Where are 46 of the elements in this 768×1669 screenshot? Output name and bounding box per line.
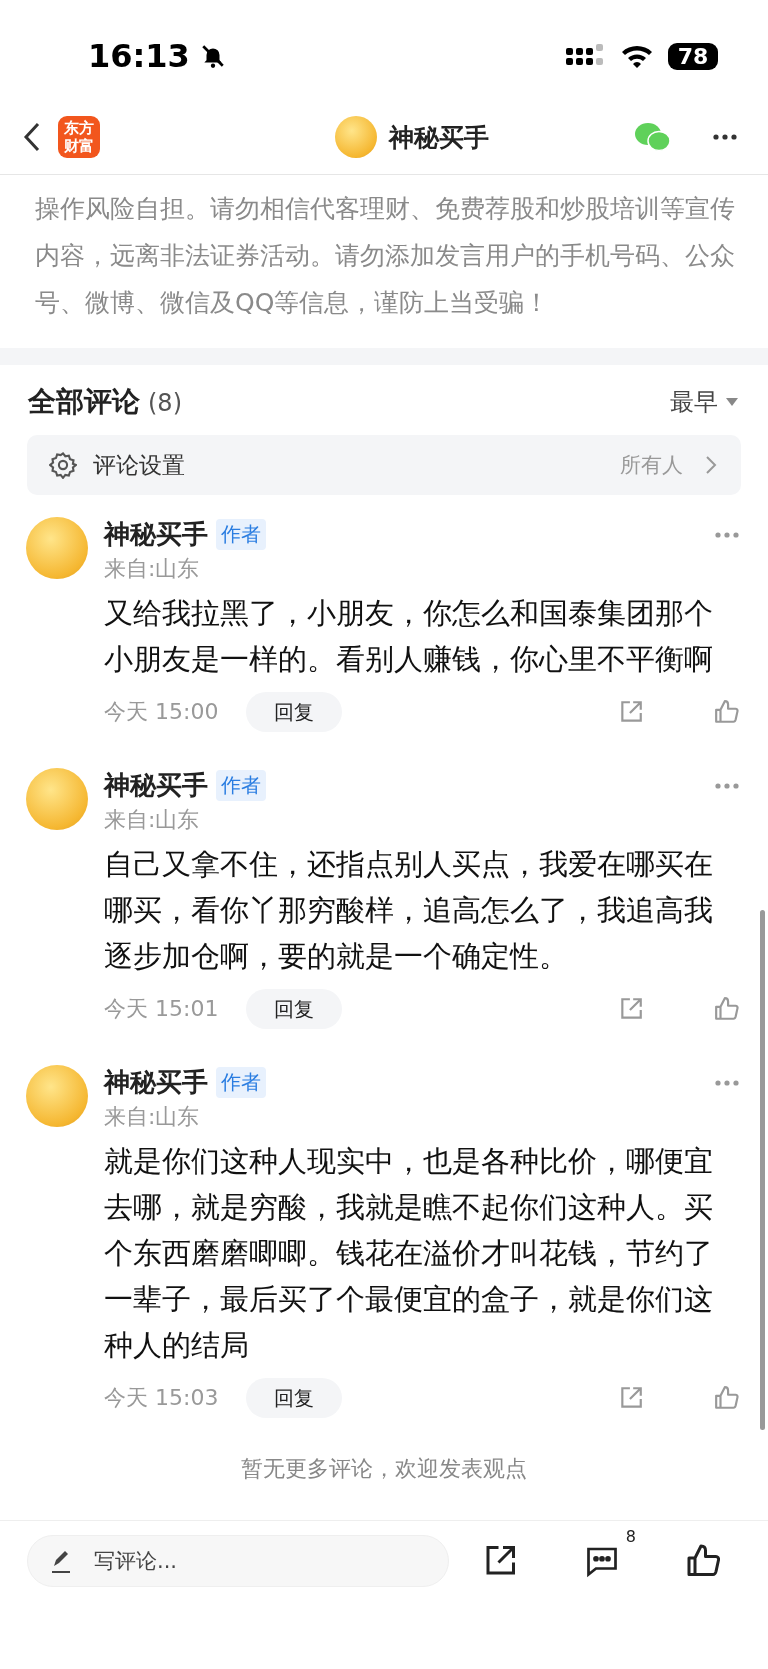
battery-level: 78 [668, 42, 718, 70]
comment-count-label: 8 [625, 1527, 636, 1546]
comment-location: 来自:山东 [104, 555, 201, 583]
more-icon[interactable] [712, 133, 738, 141]
comment-time: 今天 15:01 [104, 995, 220, 1023]
reply-button[interactable]: 回复 [246, 1378, 342, 1418]
thumbs-up-icon[interactable] [714, 996, 740, 1022]
comment-text: 自己又拿不住，还指点别人买点，我爱在哪买在哪买，看你丫那穷酸样，追高怎么了，我追高我逐步加仓啊，要的就是一个确定性。 [104, 846, 714, 975]
input-placeholder: 写评论... [94, 1548, 178, 1575]
reply-button[interactable]: 回复 [246, 692, 342, 732]
back-icon[interactable] [22, 121, 42, 153]
comment-location: 来自:山东 [104, 1103, 201, 1131]
comment-time: 今天 15:00 [104, 698, 220, 726]
comment-location: 来自:山东 [104, 806, 201, 834]
author-name[interactable]: 神秘买手 [104, 768, 208, 803]
end-note: 暂无更多评论，欢迎发表观点 [240, 1455, 528, 1483]
avatar-icon [335, 116, 377, 158]
thumbs-up-icon[interactable] [714, 1385, 740, 1411]
comments-title: 全部评论 [28, 385, 140, 418]
chevron-right-icon [705, 455, 717, 475]
comment-text: 就是你们这种人现实中，也是各种比价，哪便宜去哪，就是穷酸，我就是瞧不起你们这种人。买个东西磨磨唧唧。钱花在溢价才叫花钱，节约了一辈子，最后买了个最便宜的盒子，就是你们这种人的结局 [104, 1143, 714, 1364]
clock-time: 16:13 [88, 37, 190, 75]
comment-input[interactable]: 写评论... [27, 1535, 449, 1587]
comment-count: (8) [148, 389, 182, 417]
thumbs-up-icon[interactable] [714, 699, 740, 725]
author-badge: 作者 [216, 770, 266, 801]
pencil-icon [50, 1548, 72, 1574]
caret-icon[interactable] [726, 397, 738, 407]
settings-label: 评论设置 [93, 450, 185, 480]
reply-button[interactable]: 回复 [246, 989, 342, 1029]
thumbs-up-icon[interactable] [686, 1543, 722, 1579]
chat-bubbles-icon[interactable] [634, 121, 672, 153]
sort-dropdown[interactable]: 最早 [670, 386, 718, 418]
page-title: 神秘买手 [389, 121, 489, 154]
comment-time: 今天 15:03 [104, 1384, 220, 1412]
author-badge: 作者 [216, 1067, 266, 1098]
author-name[interactable]: 神秘买手 [104, 517, 208, 552]
comment-text: 又给我拉黑了，小朋友，你怎么和国泰集团那个小朋友是一样的。看别人赚钱，你心里不平衡啊 [104, 595, 714, 678]
settings-icon [49, 451, 77, 479]
signal-icon [566, 44, 606, 68]
wifi-icon [620, 44, 654, 68]
author-name[interactable]: 神秘买手 [104, 1065, 208, 1100]
settings-value: 所有人 [620, 452, 683, 479]
author-badge: 作者 [216, 519, 266, 550]
disclaimer-text: 操作风险自担。请勿相信代客理财、免费荐股和炒股培训等宣传内容，远离非法证券活动。请勿添加发言用户的手机号码、公众号、微博、微信及QQ等信息，谨防上当受骗！ [34, 193, 736, 319]
comment-settings-row[interactable]: 评论设置 所有人 [27, 435, 741, 495]
